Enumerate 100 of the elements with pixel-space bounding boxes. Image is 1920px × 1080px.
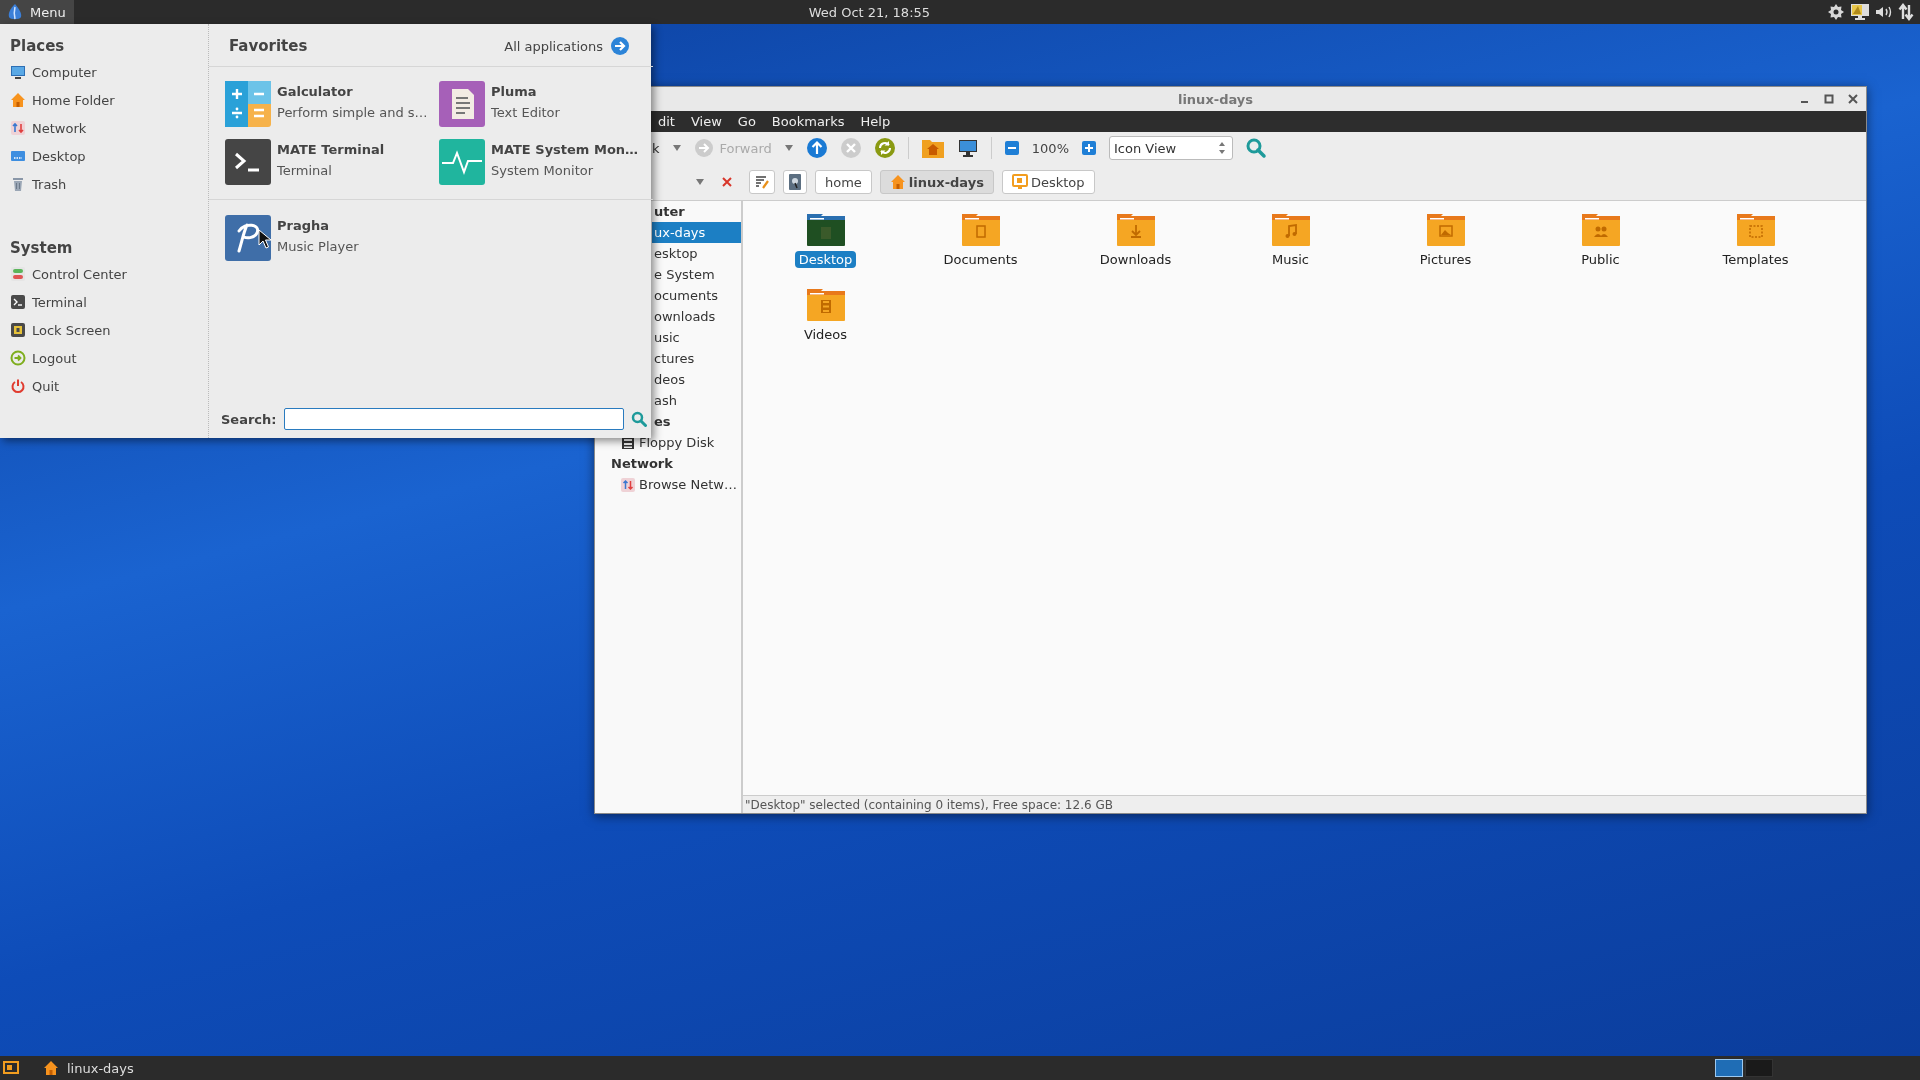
edit-location-button[interactable] [749,170,775,194]
app-name: Pluma [491,84,538,99]
app-description: System Monitor [491,163,595,178]
app-item[interactable]: Pluma Text Editor [439,81,653,127]
root-path-button[interactable] [783,170,807,194]
power-icon [10,378,26,394]
menu-item[interactable]: View [682,114,730,129]
terminal-icon [225,139,271,185]
home-icon [43,1060,59,1076]
menu-item[interactable]: Network [10,114,208,142]
menu-item[interactable]: Terminal [10,288,208,316]
close-icon[interactable] [1848,94,1858,104]
show-desktop-icon[interactable] [3,1060,19,1076]
sidebar-item[interactable]: ash [652,390,741,411]
folder-label[interactable]: Documents [939,251,1022,268]
app-description: Music Player [277,239,359,254]
sidebar-item[interactable]: usic [652,327,741,348]
menu-item[interactable]: Trash [10,170,208,198]
folder-icon[interactable] [1115,213,1156,247]
sidebar-heading: es [653,413,672,431]
app-name: Pragha [277,218,331,233]
taskbar-button[interactable]: linux-days [37,1056,140,1080]
folder-label[interactable]: Pictures [1415,251,1476,268]
menu-item[interactable]: Quit [10,372,208,400]
app-item[interactable]: MATE System Mon… System Monitor [439,139,653,185]
caret-icon[interactable] [695,177,705,187]
home-folder-icon[interactable] [920,137,945,159]
volume-icon[interactable] [1874,4,1894,20]
sidebar-item[interactable]: ownloads [652,306,741,327]
menu-item[interactable]: Home Folder [10,86,208,114]
toggles-icon [10,266,26,282]
all-applications-button[interactable]: All applications [504,36,630,56]
back-button[interactable]: k [652,140,660,156]
menu-item[interactable]: Go [729,114,764,129]
zoom-in-icon[interactable] [1081,140,1097,156]
menu-item[interactable]: Control Center [10,260,208,288]
app-description: Perform simple and s… [277,105,428,120]
menu-item[interactable]: Lock Screen [10,316,208,344]
menu-item[interactable]: dit [650,114,683,129]
app-item[interactable]: MATE Terminal Terminal [225,139,439,185]
sidebar-item[interactable]: Browse Netw… [595,474,741,495]
search-icon[interactable] [1245,137,1267,159]
pointer-icon [258,229,272,249]
computer-icon[interactable] [956,137,979,159]
menu-item[interactable]: Help [852,114,899,129]
folder-label[interactable]: Music [1268,251,1313,268]
zoom-out-icon[interactable] [1003,140,1020,156]
search-icon[interactable] [630,411,647,427]
app-name: MATE Terminal [277,142,385,157]
caret-icon[interactable] [671,143,682,153]
desktop-icon [1011,174,1028,190]
home-icon [889,174,906,190]
search-field[interactable] [283,408,624,430]
sidebar-item[interactable]: ux-days [652,222,741,243]
gear-icon[interactable] [1826,2,1846,22]
clock[interactable]: Wed Oct 21, 18:55 [808,4,931,20]
close-icon[interactable] [721,176,733,188]
sidebar-item[interactable]: ocuments [652,285,741,306]
menu-item[interactable]: Desktop [10,142,208,170]
arrow-right-icon [610,36,630,56]
pulse-icon [439,139,485,185]
app-item[interactable]: Pragha Music Player [225,215,439,261]
folder-label[interactable]: Templates [1718,251,1793,268]
reload-icon[interactable] [873,137,896,159]
monitor-icon[interactable] [1850,3,1870,21]
caret-icon[interactable] [783,143,794,153]
sidebar-item[interactable]: ctures [652,348,741,369]
folder-label[interactable]: Downloads [1095,251,1176,268]
sidebar-item[interactable]: esktop [652,243,741,264]
menu-item[interactable]: Computer [10,58,208,86]
menu-item[interactable]: Bookmarks [763,114,853,129]
maximize-icon[interactable] [1824,94,1834,104]
desktop-icon [10,148,26,164]
up-icon[interactable] [805,137,828,159]
app-name: Galculator [277,84,354,99]
folder-label[interactable]: Videos [799,326,852,343]
path-button[interactable]: linux-days [879,170,994,194]
folder-label[interactable]: Desktop [794,251,857,268]
sidebar-item[interactable]: e System [652,264,741,285]
sidebar-item[interactable]: deos [652,369,741,390]
app-item[interactable]: Galculator Perform simple and s… [225,81,439,127]
forward-icon [693,138,714,158]
section-heading: System [10,238,74,259]
status-bar: "Desktop" selected (containing 0 items), Free space: 12.6 GB [743,795,1866,813]
path-button[interactable]: Desktop [1001,170,1095,194]
network-icon [10,120,26,136]
folder-icon[interactable] [805,288,846,322]
zoom-level: 100% [1031,140,1069,156]
network-icon [621,477,635,492]
folder-label[interactable]: Public [1577,251,1624,268]
spin-arrows-icon [1218,141,1226,155]
window-title: linux-days [1177,91,1254,107]
menu-button[interactable]: Menu [0,0,74,24]
network-arrows-icon[interactable] [1898,3,1914,21]
folder-icon[interactable] [1580,213,1621,247]
menu-item[interactable]: Logout [10,344,208,372]
app-description: Text Editor [491,105,560,120]
path-button[interactable]: home [815,170,872,194]
view-mode-dropdown[interactable]: Icon View [1109,136,1233,160]
folder-icon[interactable] [805,213,846,247]
